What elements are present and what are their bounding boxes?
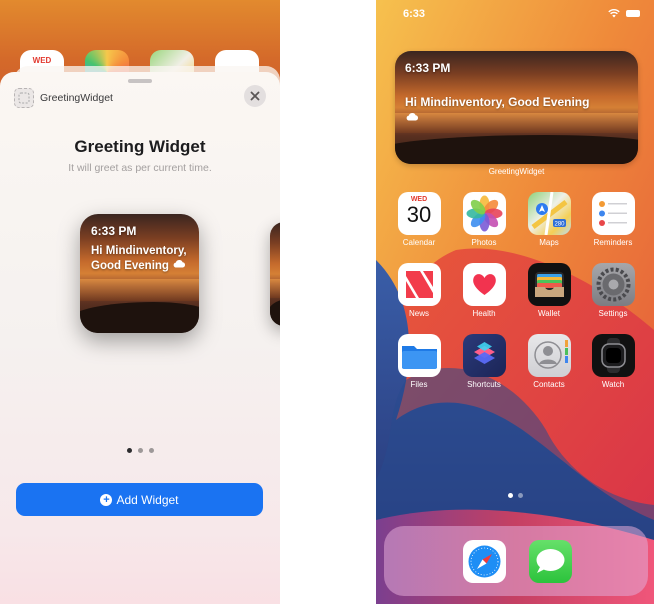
widget-gallery-screen: WED GreetingWidget Greeting Widget It wi…	[0, 0, 280, 604]
app-label: Files	[410, 380, 428, 389]
app-label: Settings	[598, 309, 628, 318]
sunset-background	[270, 222, 280, 326]
app-calendar[interactable]: WED 30 Calendar	[389, 192, 449, 247]
add-widget-label: Add Widget	[116, 492, 179, 507]
app-shortcuts[interactable]: Shortcuts	[454, 334, 514, 389]
calendar-day-label: WED	[32, 56, 52, 65]
app-contacts[interactable]: Contacts	[519, 334, 579, 389]
health-icon	[462, 263, 506, 306]
contacts-icon	[527, 334, 571, 377]
app-label: Calendar	[402, 238, 436, 247]
reminders-icon	[591, 192, 635, 235]
page-dot	[507, 493, 513, 498]
app-files[interactable]: Files	[389, 334, 449, 389]
files-icon	[397, 334, 441, 377]
plus-icon: +	[100, 493, 113, 506]
widget-greeting-text: Hi Mindinventory, Good Evening	[405, 95, 590, 109]
cloud-icon	[172, 259, 186, 273]
close-icon	[250, 91, 260, 101]
app-label: News	[408, 309, 429, 318]
page-dot	[148, 448, 154, 453]
widget-greeting: Hi Mindinventory, Good Evening	[91, 245, 191, 274]
messages-icon[interactable]	[529, 540, 572, 583]
app-label: Reminders	[593, 238, 633, 247]
app-label: Health	[472, 309, 496, 318]
settings-icon	[591, 263, 635, 306]
widget-title: Greeting Widget	[74, 137, 206, 156]
app-placeholder-icon	[14, 88, 34, 108]
app-reminders[interactable]: Reminders	[583, 192, 643, 247]
home-screen: 6:33 6:33 PM Hi Mindinventory, Good Even…	[376, 0, 654, 604]
app-label: Wallet	[538, 309, 560, 318]
home-page-indicator[interactable]	[376, 493, 654, 498]
app-label: Contacts	[533, 380, 565, 389]
app-settings[interactable]: Settings	[583, 263, 643, 318]
widget-description: It will greet as per current time.	[68, 162, 212, 174]
news-icon	[397, 263, 441, 306]
app-wallet[interactable]: Wallet	[519, 263, 579, 318]
widget-preview-next[interactable]	[270, 222, 280, 326]
calendar-icon: WED 30	[397, 192, 441, 235]
sheet-grabber[interactable]	[128, 79, 152, 83]
photos-icon	[462, 192, 506, 235]
app-label: Shortcuts	[467, 380, 501, 389]
widget-caption: GreetingWidget	[488, 167, 545, 176]
app-label: Watch	[601, 380, 625, 389]
widget-gallery-sheet: GreetingWidget Greeting Widget It will g…	[0, 72, 280, 604]
app-maps[interactable]: 280 Maps	[519, 192, 579, 247]
widget-greeting: Hi Mindinventory, Good Evening	[405, 95, 605, 124]
watch-icon	[591, 334, 635, 377]
widget-app-name: GreetingWidget	[40, 92, 113, 104]
maps-icon: 280	[527, 192, 571, 235]
status-bar-icons	[608, 9, 640, 18]
calendar-date: 30	[406, 202, 432, 227]
close-button[interactable]	[244, 85, 266, 107]
app-label: Photos	[471, 238, 497, 247]
widget-preview-small[interactable]: 6:33 PM Hi Mindinventory, Good Evening	[80, 214, 199, 333]
dock	[384, 526, 648, 596]
widget-time: 6:33 PM	[405, 61, 451, 75]
shortcuts-icon	[462, 334, 506, 377]
add-widget-button[interactable]: + Add Widget	[16, 483, 263, 516]
wallet-icon	[527, 263, 571, 306]
page-dot	[517, 493, 523, 498]
app-watch[interactable]: Watch	[583, 334, 643, 389]
app-health[interactable]: Health	[454, 263, 514, 318]
safari-icon[interactable]	[463, 540, 506, 583]
wifi-icon	[608, 9, 620, 18]
cloud-icon	[405, 110, 419, 124]
widget-app-header: GreetingWidget	[14, 88, 113, 108]
maps-route-badge: 280	[554, 222, 565, 228]
battery-icon	[626, 10, 640, 17]
app-label: Maps	[539, 238, 559, 247]
app-photos[interactable]: Photos	[454, 192, 514, 247]
page-dot	[137, 448, 143, 453]
app-news[interactable]: News	[389, 263, 449, 318]
gallery-page-indicator[interactable]	[0, 448, 280, 453]
page-dot	[126, 448, 132, 453]
widget-time: 6:33 PM	[91, 224, 137, 238]
status-bar-time: 6:33	[403, 8, 426, 20]
greeting-widget[interactable]: 6:33 PM Hi Mindinventory, Good Evening	[395, 51, 638, 164]
